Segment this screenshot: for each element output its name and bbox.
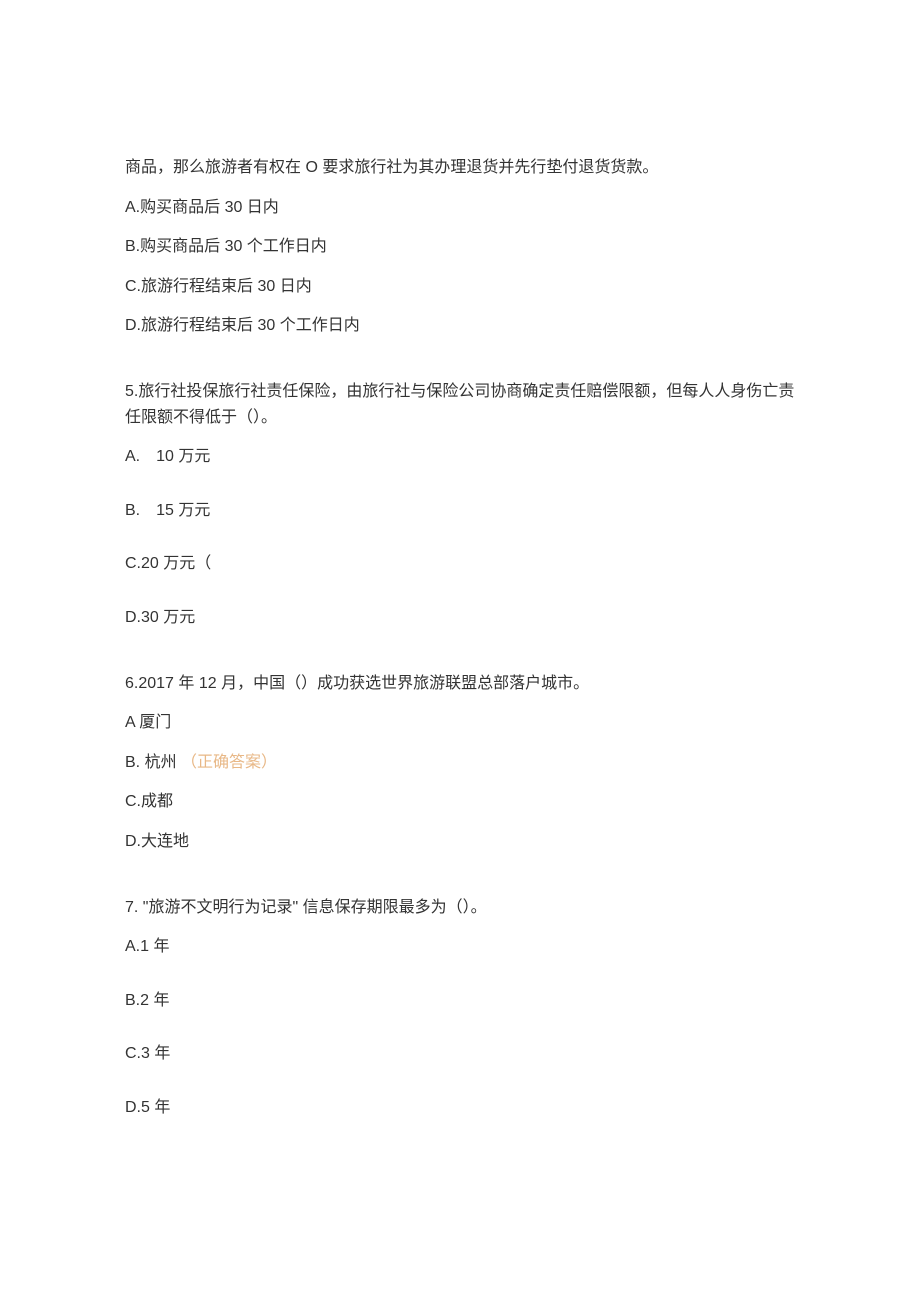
question-7-text: 7. "旅游不文明行为记录" 信息保存期限最多为（）。 xyxy=(125,895,795,921)
question-7-option-c: C.3 年 xyxy=(125,1041,795,1067)
question-6-option-d: D.大连地 xyxy=(125,829,795,855)
question-7-option-b: B.2 年 xyxy=(125,988,795,1014)
question-5-block: 5.旅行社投保旅行社责任保险，由旅行社与保险公司协商确定责任赔偿限额，但每人人身… xyxy=(125,379,795,631)
question-4-option-b: B.购买商品后 30 个工作日内 xyxy=(125,234,795,260)
question-6-option-a: A 厦门 xyxy=(125,710,795,736)
question-7-block: 7. "旅游不文明行为记录" 信息保存期限最多为（）。 A.1 年 B.2 年 … xyxy=(125,895,795,1121)
question-6-option-b: B. 杭州 （正确答案） xyxy=(125,750,795,776)
question-6-text: 6.2017 年 12 月，中国（）成功获选世界旅游联盟总部落户城市。 xyxy=(125,671,795,697)
question-7-option-a: A.1 年 xyxy=(125,934,795,960)
question-5-option-a: A. 10 万元 xyxy=(125,444,795,470)
question-7-option-d: D.5 年 xyxy=(125,1095,795,1121)
question-5-option-b: B. 15 万元 xyxy=(125,498,795,524)
question-5-option-c: C.20 万元（ xyxy=(125,551,795,577)
question-4-text: 商品，那么旅游者有权在 O 要求旅行社为其办理退货并先行垫付退货货款。 xyxy=(125,155,795,181)
question-5-text: 5.旅行社投保旅行社责任保险，由旅行社与保险公司协商确定责任赔偿限额，但每人人身… xyxy=(125,379,795,430)
question-4-option-c: C.旅游行程结束后 30 日内 xyxy=(125,274,795,300)
question-6-option-c: C.成都 xyxy=(125,789,795,815)
question-4-option-d: D.旅游行程结束后 30 个工作日内 xyxy=(125,313,795,339)
correct-answer-label: （正确答案） xyxy=(181,754,277,771)
question-4-block: 商品，那么旅游者有权在 O 要求旅行社为其办理退货并先行垫付退货货款。 A.购买… xyxy=(125,155,795,339)
question-6-block: 6.2017 年 12 月，中国（）成功获选世界旅游联盟总部落户城市。 A 厦门… xyxy=(125,671,795,855)
question-6-option-b-label: B. 杭州 xyxy=(125,754,177,771)
question-5-option-d: D.30 万元 xyxy=(125,605,795,631)
question-4-option-a: A.购买商品后 30 日内 xyxy=(125,195,795,221)
